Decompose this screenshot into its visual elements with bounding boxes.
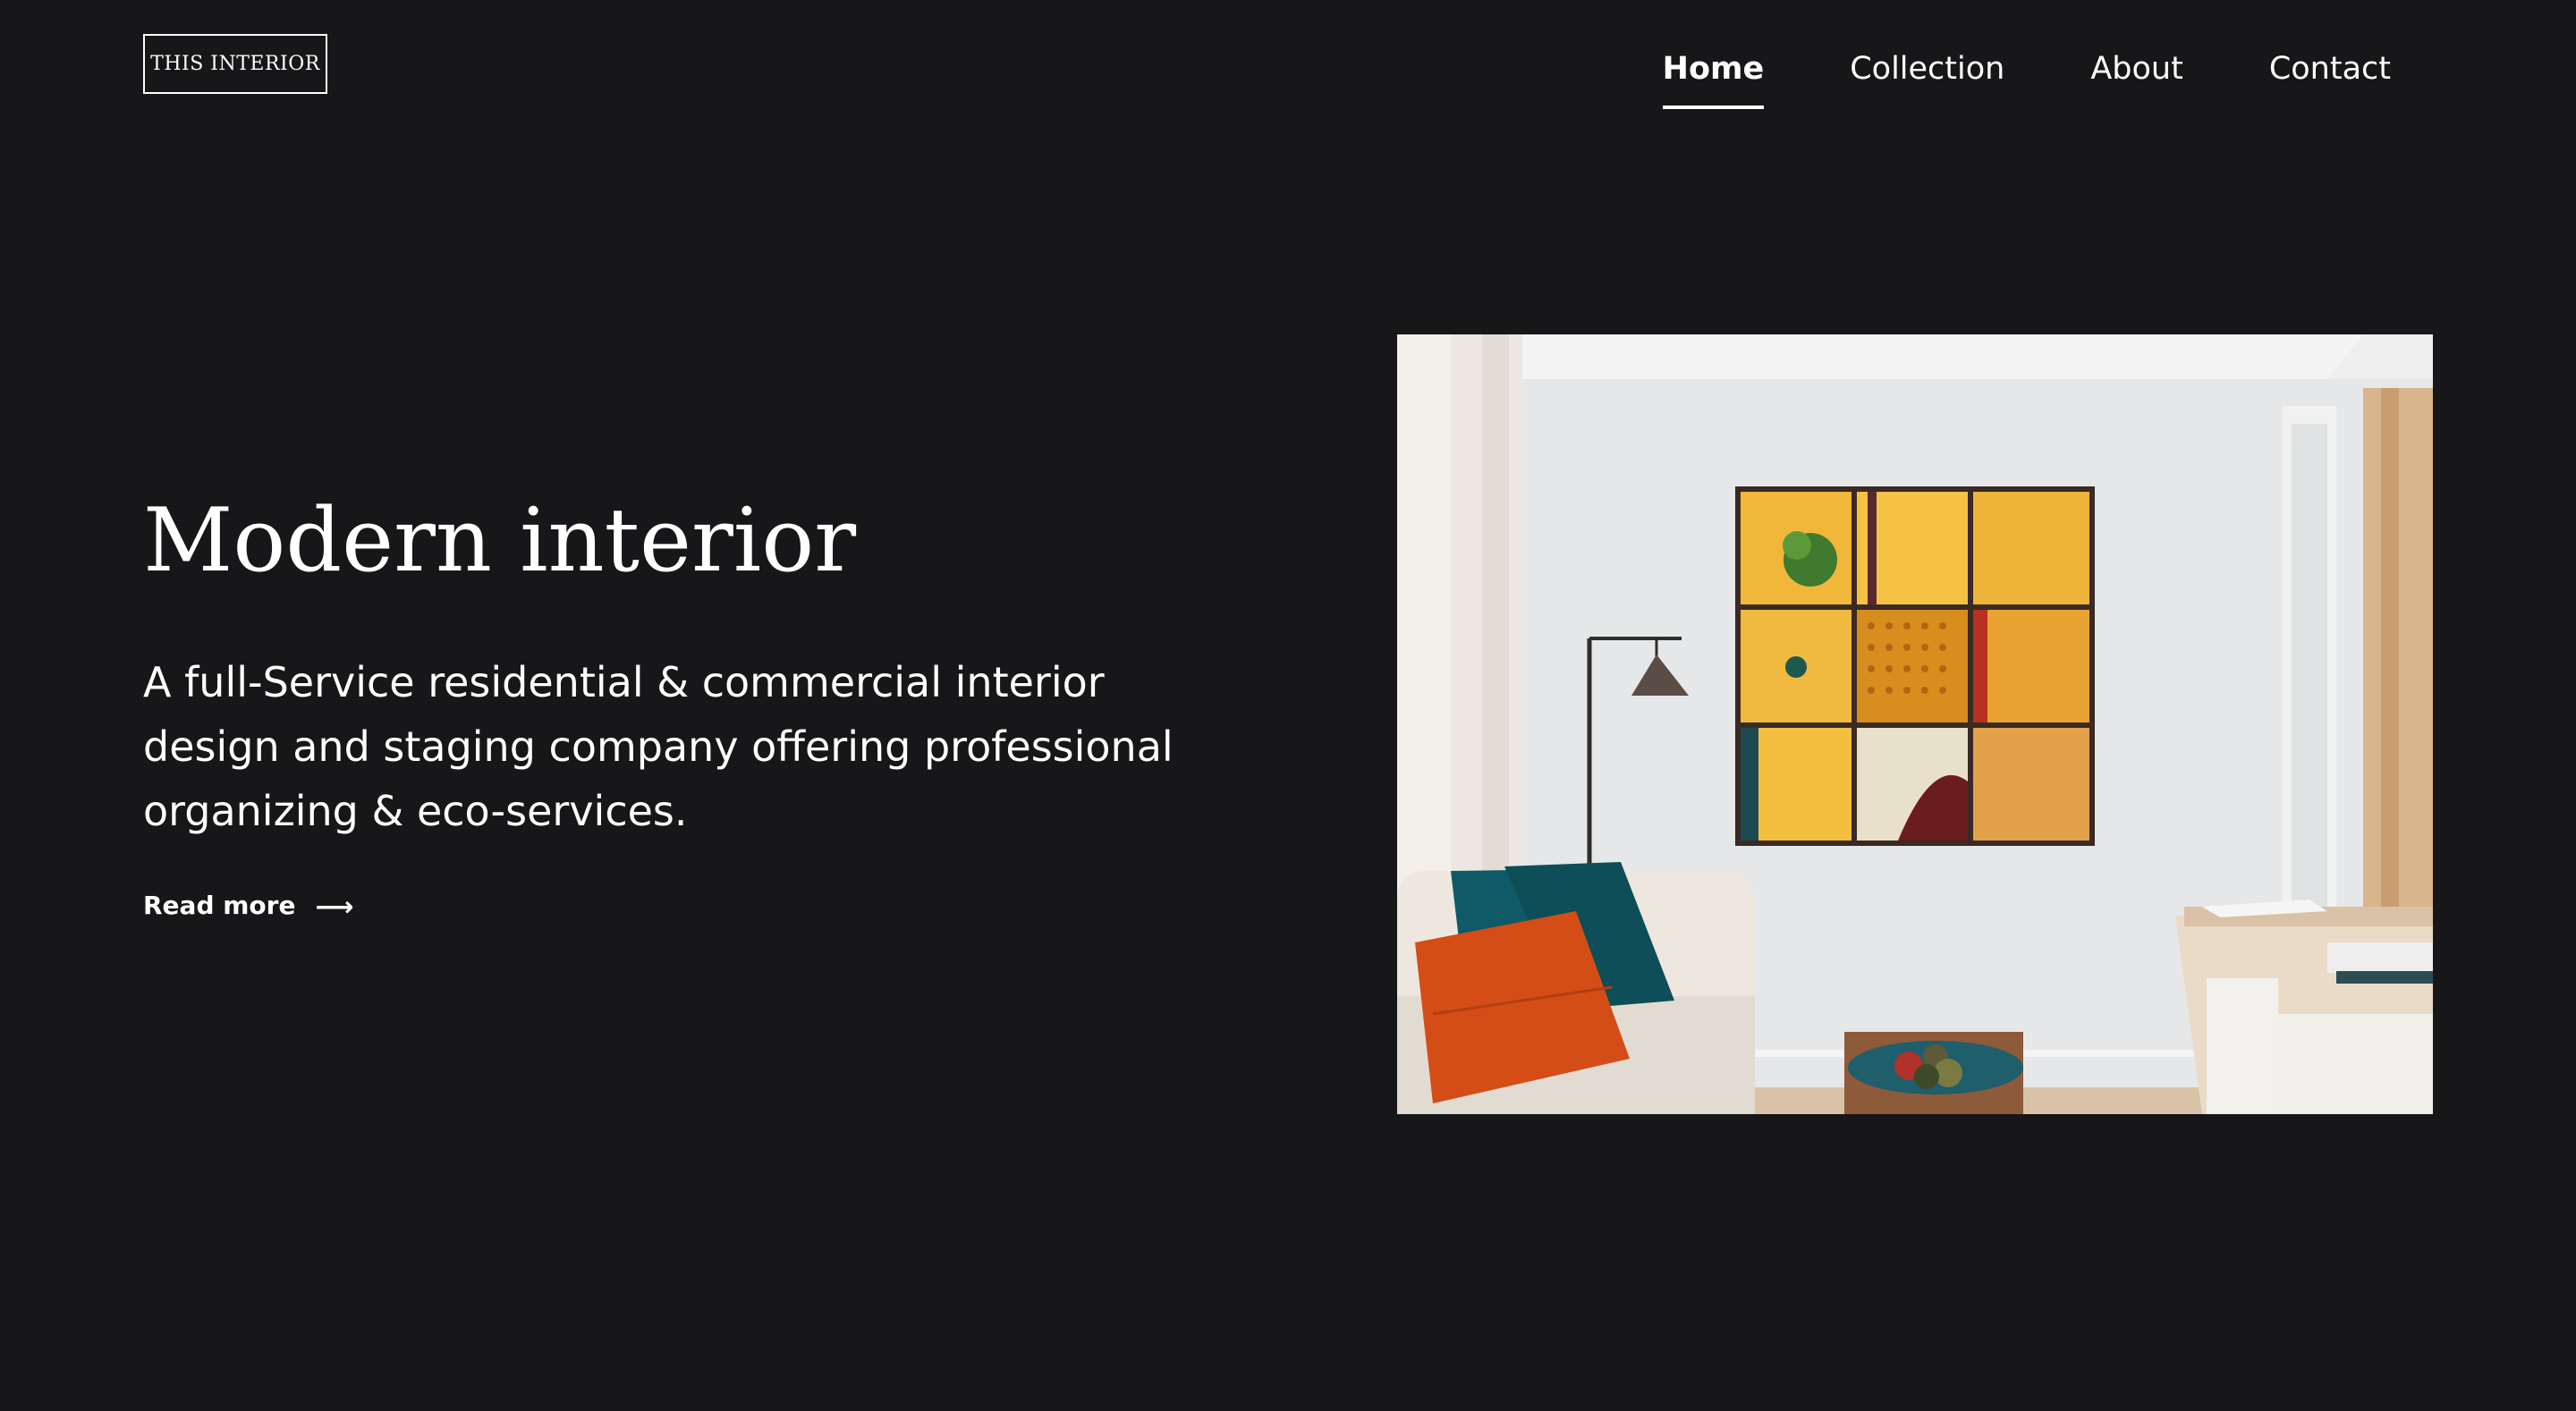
interior-photo [1397,334,2433,1114]
site-logo[interactable]: THIS INTERIOR [143,34,327,94]
arrow-right-icon: ⟶ [315,891,354,923]
read-more-label: Read more [143,890,296,920]
hero-image [1397,334,2433,1114]
hero-title: Modern interior [143,490,857,592]
nav-item-collection[interactable]: Collection [1850,46,2004,91]
nav-item-about[interactable]: About [2090,46,2182,91]
main-nav: Home Collection About Contact [1662,46,2391,109]
nav-item-home[interactable]: Home [1662,46,1764,109]
hero-description: A full-Service residential & commercial … [143,658,1174,835]
nav-item-contact[interactable]: Contact [2269,46,2391,91]
read-more-link[interactable]: Read more ⟶ [143,889,353,921]
